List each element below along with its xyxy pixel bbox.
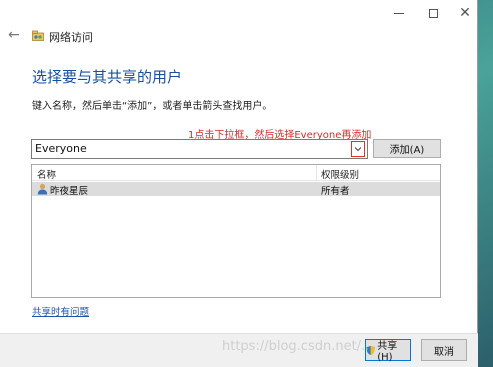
close-icon: ✕ xyxy=(459,5,471,21)
watermark: https://blog.csdn.net/... xyxy=(222,339,374,354)
user-combo-box[interactable]: Everyone xyxy=(31,139,368,159)
maximize-icon xyxy=(428,8,438,18)
minimize-button[interactable] xyxy=(384,2,414,24)
permission-cell[interactable]: 所有者 xyxy=(321,183,350,197)
sharing-help-link[interactable]: 共享时有问题 xyxy=(32,304,89,318)
window-title: 网络访问 xyxy=(49,31,93,44)
chevron-down-icon xyxy=(354,147,362,152)
network-access-window: ✕ ← 网络访问 选择要与其共享的用户 键入名称，然后单击“添加”，或者单击箭头… xyxy=(0,0,478,367)
page-heading: 选择要与其共享的用户 xyxy=(32,68,183,86)
combo-value: Everyone xyxy=(35,142,87,155)
column-divider[interactable] xyxy=(316,165,317,181)
table-row[interactable]: 昨夜星辰 所有者 xyxy=(32,182,440,197)
minimize-icon xyxy=(394,12,404,14)
instruction-text: 键入名称，然后单击“添加”，或者单击箭头查找用户。 xyxy=(32,101,273,112)
user-icon xyxy=(37,183,48,195)
maximize-button[interactable] xyxy=(418,2,448,24)
column-header-name[interactable]: 名称 xyxy=(37,167,56,181)
add-button[interactable]: 添加(A) xyxy=(373,139,441,158)
column-header-permission[interactable]: 权限级别 xyxy=(321,167,359,181)
share-button-label: 共享(H) xyxy=(377,341,398,363)
dropdown-arrow-button[interactable] xyxy=(351,141,365,157)
back-arrow-icon[interactable]: ← xyxy=(8,27,20,43)
close-button[interactable]: ✕ xyxy=(450,2,480,24)
title-bar: ✕ xyxy=(0,0,478,28)
cancel-button[interactable]: 取消 xyxy=(421,339,467,361)
user-name-cell: 昨夜星辰 xyxy=(50,186,89,197)
users-table: 名称 权限级别 昨夜星辰 所有者 xyxy=(31,164,441,298)
table-header: 名称 权限级别 xyxy=(32,165,440,181)
network-sharing-icon xyxy=(32,30,44,41)
